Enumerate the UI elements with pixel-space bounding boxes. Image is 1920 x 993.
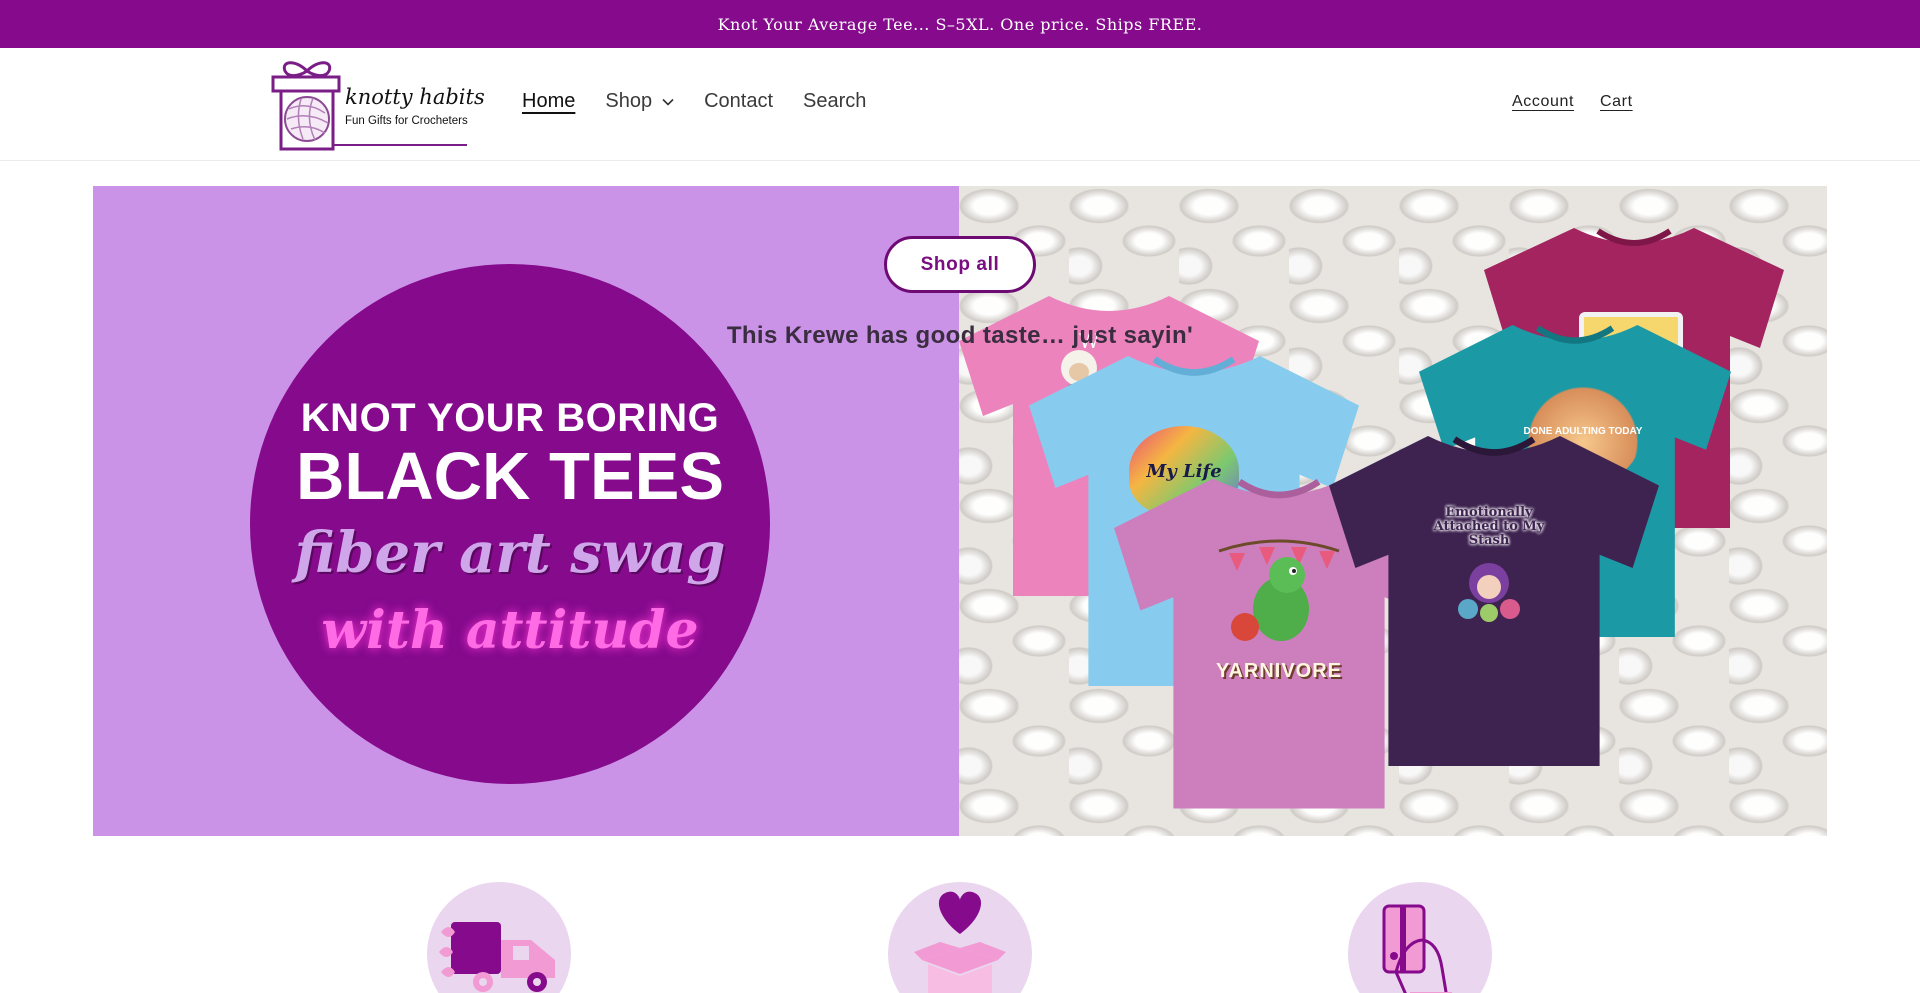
banner-line-4: with attitude bbox=[321, 599, 699, 661]
hero-product-photo: Crochet Chicken Crocheting DONE ADULTING… bbox=[959, 186, 1827, 836]
logo-brand-text: knotty habits bbox=[345, 85, 485, 109]
nav-search-label: Search bbox=[803, 90, 867, 112]
feature-shipping bbox=[427, 882, 571, 993]
announcement-bar: Knot Your Average Tee... S–5XL. One pric… bbox=[0, 0, 1920, 48]
cart-link[interactable]: Cart bbox=[1600, 93, 1633, 111]
hero-left-panel: KNOT YOUR BORING BLACK TEES fiber art sw… bbox=[93, 186, 959, 836]
hero-heading: This Krewe has good taste… just sayin' bbox=[726, 322, 1194, 349]
nav-home-label: Home bbox=[522, 90, 576, 112]
banner-line-1: KNOT YOUR BORING bbox=[300, 395, 720, 440]
yarn-girl-graphic bbox=[1454, 553, 1524, 623]
shop-all-button[interactable]: Shop all bbox=[884, 236, 1036, 293]
nav-contact-label: Contact bbox=[704, 90, 774, 112]
logo[interactable]: knotty habits Fun Gifts for Crocheters bbox=[271, 57, 485, 153]
chevron-down-icon bbox=[662, 98, 674, 106]
feature-payment bbox=[1348, 882, 1492, 993]
delivery-truck-icon bbox=[439, 922, 555, 992]
nav-shop-label: Shop bbox=[605, 90, 653, 112]
hero-banner: KNOT YOUR BORING BLACK TEES fiber art sw… bbox=[93, 186, 1827, 836]
nav-shop[interactable]: Shop bbox=[605, 90, 674, 113]
account-link[interactable]: Account bbox=[1512, 93, 1574, 111]
shirt-dark-purple: Emotionally Attached to My Stash bbox=[1329, 421, 1659, 781]
main-nav: Home Shop Contact Search bbox=[522, 90, 896, 113]
banner-line-3: fiber art swag bbox=[294, 519, 726, 586]
cart-link-wrap: Cart bbox=[1600, 93, 1633, 111]
nav-contact[interactable]: Contact bbox=[704, 90, 773, 113]
site-header: knotty habits Fun Gifts for Crocheters H… bbox=[0, 48, 1920, 161]
dinosaur-graphic bbox=[1209, 531, 1349, 661]
nav-home[interactable]: Home bbox=[522, 90, 575, 113]
announcement-text: Knot Your Average Tee... S–5XL. One pric… bbox=[717, 14, 1203, 34]
account-link-wrap: Account bbox=[1512, 93, 1574, 111]
banner-line-2: BLACK TEES bbox=[295, 438, 725, 514]
logo-tagline: Fun Gifts for Crocheters bbox=[345, 115, 468, 127]
gift-box-heart-icon bbox=[914, 891, 1006, 993]
card-payment-icon bbox=[1382, 904, 1452, 993]
purple-shirt-graphic: Emotionally Attached to My Stash bbox=[1433, 504, 1545, 549]
feature-gift bbox=[888, 882, 1032, 993]
nav-search[interactable]: Search bbox=[803, 90, 866, 113]
